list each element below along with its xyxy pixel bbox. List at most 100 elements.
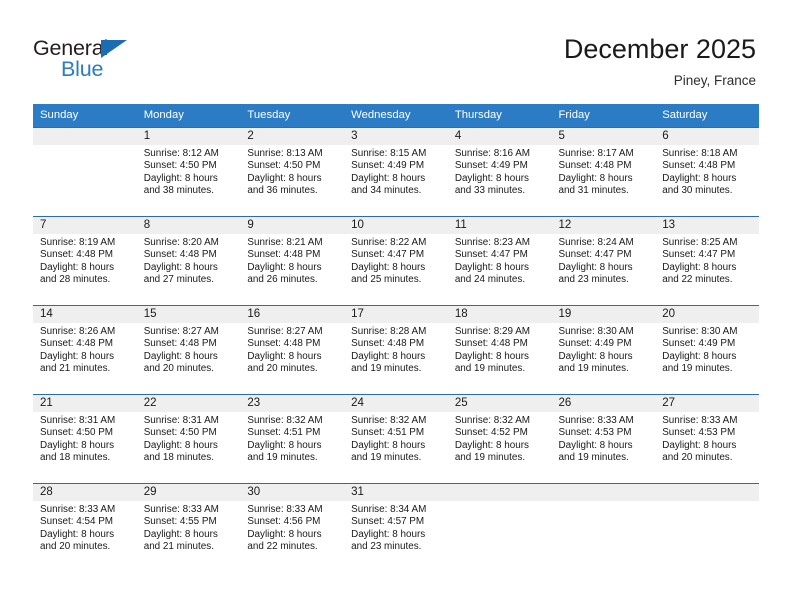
sun-info: Sunrise: 8:32 AM Sunset: 4:51 PM Daylight:… [344,412,448,465]
calendar-day-cell[interactable]: 11 Sunrise: 8:23 AM Sunset: 4:47 PM Dayligh… [447,216,552,306]
sunrise-text: Sunrise: 8:31 AM [40,415,116,426]
sunrise-text: Sunrise: 8:32 AM [351,415,427,426]
sunrise-text: Sunrise: 8:33 AM [662,415,738,426]
sunset-text: Sunset: 4:48 PM [40,249,114,261]
sun-info: Sunrise: 8:20 AM Sunset: 4:48 PM Daylight:… [137,234,241,287]
sun-info: Sunrise: 8:23 AM Sunset: 4:47 PM Daylight:… [448,234,552,287]
calendar-day-cell[interactable]: 12 Sunrise: 8:24 AM Sunset: 4:47 PM Dayligh… [551,216,656,306]
calendar-day-cell[interactable]: 29 Sunrise: 8:33 AM Sunset: 4:55 PM Dayligh… [136,483,241,572]
daylight-text-cont: and 19 minutes. [247,452,318,464]
sunrise-text: Sunrise: 8:26 AM [40,326,116,337]
brand-logo[interactable]: General Blue [33,36,153,84]
sun-info: Sunrise: 8:22 AM Sunset: 4:47 PM Daylight:… [344,234,448,287]
sunset-text: Sunset: 4:48 PM [351,338,425,350]
calendar-day-cell[interactable]: 30 Sunrise: 8:33 AM Sunset: 4:56 PM Dayligh… [240,483,345,572]
day-cell-inner: 21 Sunrise: 8:31 AM Sunset: 4:50 PM Dayligh… [33,395,137,483]
sunrise-text: Sunrise: 8:21 AM [247,237,323,248]
day-number: 23 [240,395,345,412]
daylight-text: Daylight: 8 hours [558,172,633,184]
daylight-text-cont: and 19 minutes. [558,363,629,375]
calendar-day-cell[interactable]: 3 Sunrise: 8:15 AM Sunset: 4:49 PM Daylight… [344,127,448,217]
calendar-day-cell[interactable]: 26 Sunrise: 8:33 AM Sunset: 4:53 PM Dayligh… [551,394,656,484]
daylight-text-cont: and 34 minutes. [351,185,422,197]
day-number: 11 [447,217,552,234]
calendar-day-cell[interactable]: 18 Sunrise: 8:29 AM Sunset: 4:48 PM Dayligh… [447,305,552,395]
daylight-text: Daylight: 8 hours [143,172,218,184]
daylight-text: Daylight: 8 hours [662,350,737,362]
sun-info: Sunrise: 8:26 AM Sunset: 4:48 PM Daylight:… [33,323,137,376]
day-number: 10 [344,217,448,234]
calendar-day-cell[interactable]: 15 Sunrise: 8:27 AM Sunset: 4:48 PM Dayligh… [136,305,241,395]
calendar-day-cell[interactable]: 10 Sunrise: 8:22 AM Sunset: 4:47 PM Dayligh… [344,216,448,306]
calendar-empty-cell [551,483,656,572]
day-number: 13 [655,217,759,234]
calendar-day-cell[interactable]: 17 Sunrise: 8:28 AM Sunset: 4:48 PM Dayligh… [344,305,448,395]
day-number: 1 [136,128,241,145]
calendar-day-cell[interactable]: 4 Sunrise: 8:16 AM Sunset: 4:49 PM Daylight… [447,127,552,217]
daylight-text: Daylight: 8 hours [143,528,218,540]
calendar-day-cell[interactable]: 25 Sunrise: 8:32 AM Sunset: 4:52 PM Dayligh… [447,394,552,484]
sun-info: Sunrise: 8:32 AM Sunset: 4:51 PM Daylight:… [240,412,344,465]
calendar-day-cell[interactable]: 21 Sunrise: 8:31 AM Sunset: 4:50 PM Dayligh… [33,394,137,484]
sun-info: Sunrise: 8:33 AM Sunset: 4:53 PM Daylight:… [655,412,759,465]
daylight-text: Daylight: 8 hours [247,172,322,184]
calendar-day-cell[interactable]: 16 Sunrise: 8:27 AM Sunset: 4:48 PM Dayligh… [240,305,345,395]
day-number: 12 [551,217,656,234]
calendar-day-cell[interactable]: 31 Sunrise: 8:34 AM Sunset: 4:57 PM Dayligh… [344,483,448,572]
daylight-text: Daylight: 8 hours [143,439,218,451]
calendar-day-cell[interactable]: 8 Sunrise: 8:20 AM Sunset: 4:48 PM Daylight… [136,216,241,306]
daylight-text: Daylight: 8 hours [558,439,633,451]
day-number: 6 [655,128,759,145]
calendar-day-cell[interactable]: 2 Sunrise: 8:13 AM Sunset: 4:50 PM Daylight… [240,127,345,217]
day-number [551,484,656,501]
calendar-day-cell[interactable]: 7 Sunrise: 8:19 AM Sunset: 4:48 PM Daylight… [33,216,137,306]
sunset-text: Sunset: 4:49 PM [454,160,528,172]
day-number: 14 [33,306,137,323]
calendar-day-cell[interactable]: 24 Sunrise: 8:32 AM Sunset: 4:51 PM Dayligh… [344,394,448,484]
daylight-text-cont: and 22 minutes. [662,274,733,286]
calendar-day-cell[interactable]: 23 Sunrise: 8:32 AM Sunset: 4:51 PM Dayligh… [240,394,345,484]
day-number [655,484,759,501]
calendar-day-cell[interactable]: 5 Sunrise: 8:17 AM Sunset: 4:48 PM Daylight… [551,127,656,217]
location-subtitle: Piney, France [673,73,756,88]
calendar-day-cell[interactable]: 19 Sunrise: 8:30 AM Sunset: 4:49 PM Dayligh… [551,305,656,395]
day-cell-inner: 25 Sunrise: 8:32 AM Sunset: 4:52 PM Dayligh… [447,395,552,483]
page-header: General Blue December 2025 Piney, France [0,0,792,100]
sunset-text: Sunset: 4:48 PM [247,249,321,261]
calendar-day-cell[interactable]: 13 Sunrise: 8:25 AM Sunset: 4:47 PM Dayligh… [655,216,759,306]
daylight-text-cont: and 26 minutes. [247,274,318,286]
day-number: 21 [33,395,137,412]
daylight-text: Daylight: 8 hours [143,350,218,362]
sunset-text: Sunset: 4:47 PM [558,249,632,261]
sunset-text: Sunset: 4:48 PM [558,160,632,172]
day-number: 16 [240,306,345,323]
sun-info: Sunrise: 8:18 AM Sunset: 4:48 PM Daylight:… [655,145,759,198]
sunrise-text: Sunrise: 8:28 AM [351,326,427,337]
sunset-text: Sunset: 4:50 PM [247,160,321,172]
daylight-text-cont: and 19 minutes. [558,452,629,464]
calendar-day-cell[interactable]: 6 Sunrise: 8:18 AM Sunset: 4:48 PM Daylight… [655,127,759,217]
sunset-text: Sunset: 4:47 PM [351,249,425,261]
calendar-day-cell[interactable]: 20 Sunrise: 8:30 AM Sunset: 4:49 PM Dayligh… [655,305,759,395]
sunrise-text: Sunrise: 8:30 AM [558,326,634,337]
calendar-day-cell[interactable]: 22 Sunrise: 8:31 AM Sunset: 4:50 PM Dayligh… [136,394,241,484]
daylight-text-cont: and 21 minutes. [40,363,111,375]
calendar-day-cell[interactable]: 9 Sunrise: 8:21 AM Sunset: 4:48 PM Daylight… [240,216,345,306]
calendar-day-cell[interactable]: 1 Sunrise: 8:12 AM Sunset: 4:50 PM Daylight… [136,127,241,217]
sunset-text: Sunset: 4:52 PM [454,427,528,439]
daylight-text-cont: and 38 minutes. [143,185,214,197]
calendar-day-cell[interactable]: 14 Sunrise: 8:26 AM Sunset: 4:48 PM Dayligh… [33,305,137,395]
sun-info: Sunrise: 8:15 AM Sunset: 4:49 PM Daylight:… [344,145,448,198]
sunrise-text: Sunrise: 8:33 AM [247,504,323,515]
day-number: 19 [551,306,656,323]
day-number: 30 [240,484,345,501]
sunrise-text: Sunrise: 8:30 AM [662,326,738,337]
sun-info: Sunrise: 8:31 AM Sunset: 4:50 PM Daylight:… [137,412,241,465]
day-cell-inner: 13 Sunrise: 8:25 AM Sunset: 4:47 PM Dayligh… [655,217,759,305]
weekday-header-friday: Friday [551,104,656,128]
calendar-day-cell[interactable]: 27 Sunrise: 8:33 AM Sunset: 4:53 PM Dayligh… [655,394,759,484]
calendar-day-cell[interactable]: 28 Sunrise: 8:33 AM Sunset: 4:54 PM Dayligh… [33,483,137,572]
sunset-text: Sunset: 4:57 PM [351,516,425,528]
day-cell-inner: 22 Sunrise: 8:31 AM Sunset: 4:50 PM Dayligh… [136,395,241,483]
sunrise-text: Sunrise: 8:33 AM [558,415,634,426]
